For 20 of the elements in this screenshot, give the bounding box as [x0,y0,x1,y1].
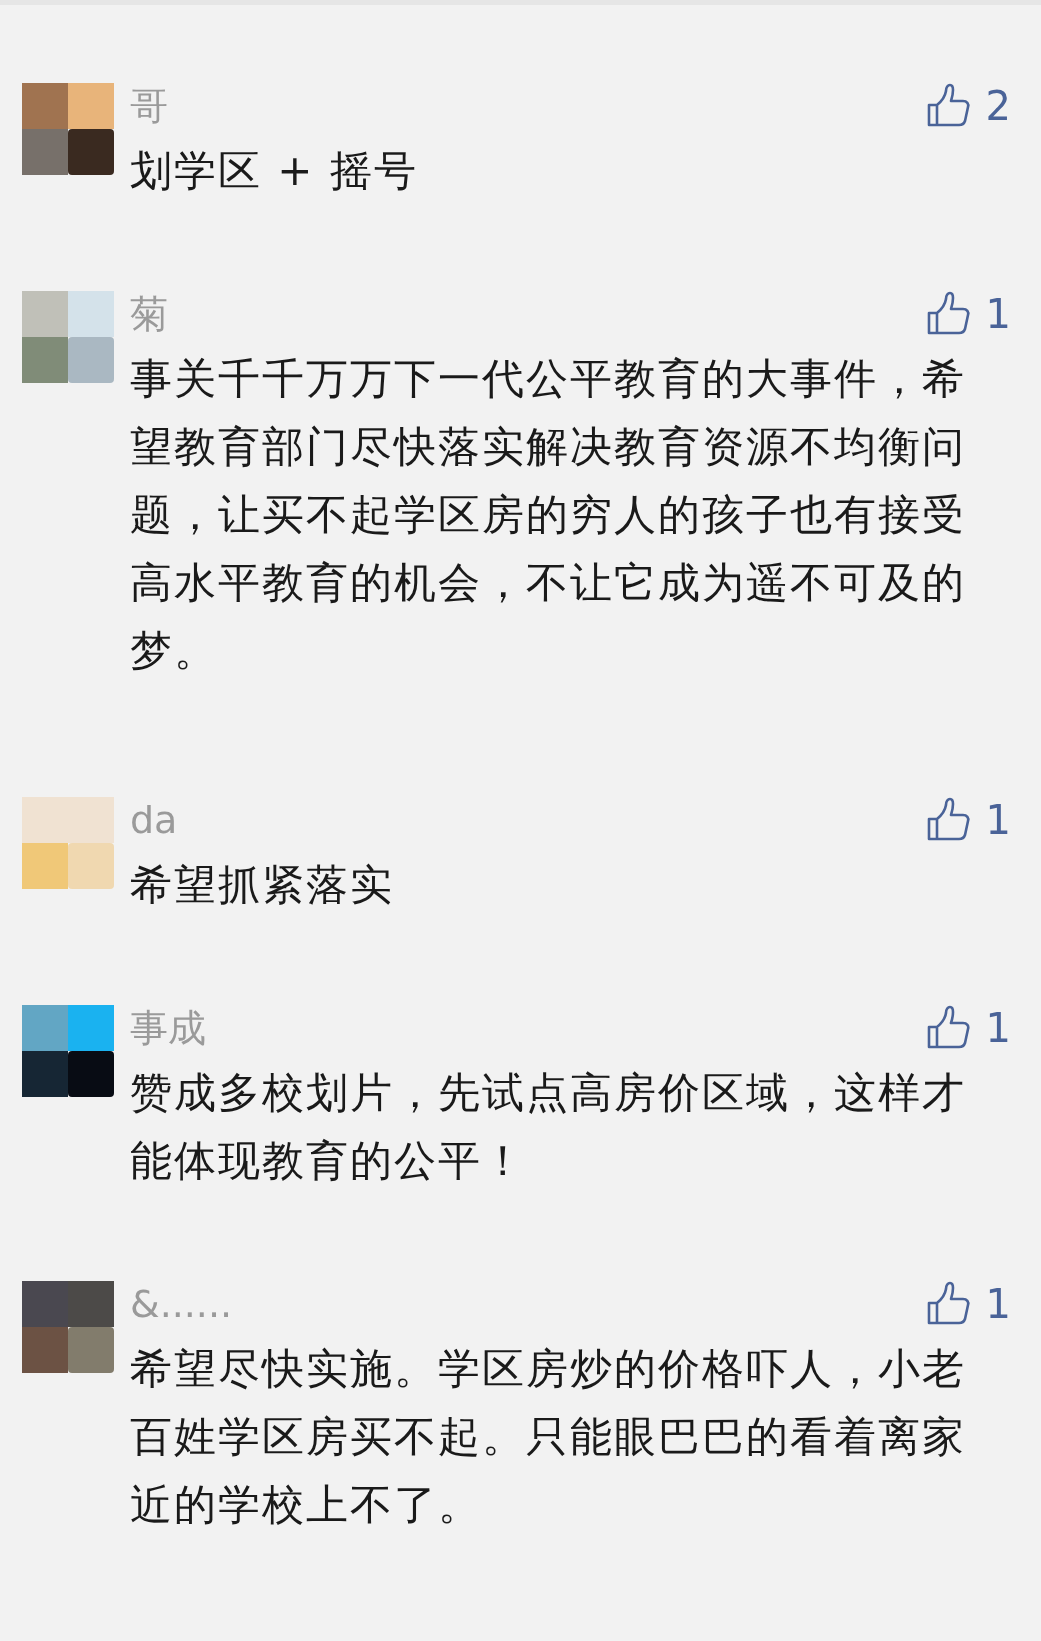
thumbs-up-icon[interactable] [925,1005,972,1051]
like-count: 1 [985,1284,1011,1324]
comment-text: 划学区 + 摇号 [130,145,419,197]
thumbs-up-icon[interactable] [925,1281,972,1327]
comment-text: 事关千千万万下一代公平教育的大事件，希望教育部门尽快落实解决教育资源不均衡问题，让买不起学区房的穷人的孩子也有接受高水平教育的机会，不让它成为遥不可及的梦。 [130,353,967,677]
thumbs-up-icon[interactable] [925,797,972,843]
user-name: 菊 [130,295,168,333]
user-name: &...... [130,1285,233,1323]
thumbs-up-icon[interactable] [925,291,972,337]
comment-text: 希望尽快实施。学区房炒的价格吓人，小老百姓学区房买不起。只能眼巴巴的看着离家近的学校上不了。 [130,1343,967,1531]
like-count: 1 [985,294,1011,334]
user-name: 事成 [130,1009,206,1047]
like-count: 2 [985,86,1011,126]
like-count: 1 [985,800,1011,840]
comment-text: 希望抓紧落实 [130,859,395,911]
thumbs-up-icon[interactable] [925,83,972,129]
comment-text: 赞成多校划片，先试点高房价区域，这样才能体现教育的公平！ [130,1067,967,1187]
like-count: 1 [985,1008,1011,1048]
user-name: 哥 [130,87,168,125]
user-name: da [130,801,178,839]
